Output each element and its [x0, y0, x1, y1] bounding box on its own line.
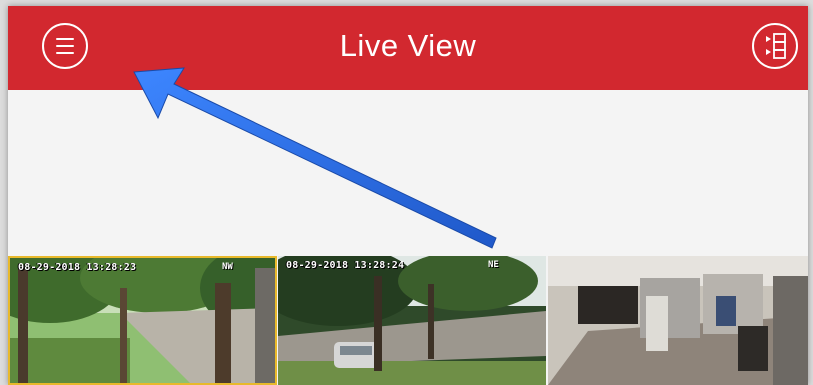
- camera-tile-office[interactable]: [548, 256, 808, 385]
- top-bar: Live View: [8, 6, 808, 90]
- camera-timestamp: 08-29-2018 13:28:24: [286, 260, 405, 271]
- menu-button[interactable]: [42, 23, 88, 69]
- camera-strip: 08-29-2018 13:28:23 NW 08-29-2018 13:28:…: [8, 256, 808, 385]
- camera-name: NW: [222, 262, 233, 272]
- screenshot-frame: Live View 08-29-2018 13:28:23 NW 08-29-2…: [0, 0, 813, 385]
- live-view-empty-area: [8, 90, 808, 254]
- camera-feed-nw: [10, 258, 275, 383]
- menu-icon-bar: [56, 52, 74, 54]
- page-title: Live View: [339, 28, 477, 63]
- camera-feed-ne: [278, 256, 546, 385]
- app-window: Live View 08-29-2018 13:28:23 NW 08-29-2…: [8, 6, 808, 385]
- camera-tile-ne[interactable]: 08-29-2018 13:28:24 NE: [278, 256, 546, 385]
- camera-tile-nw[interactable]: 08-29-2018 13:28:23 NW: [8, 256, 277, 385]
- menu-icon-bar: [56, 45, 74, 47]
- playback-list-icon: [766, 33, 786, 59]
- camera-name: NE: [488, 260, 499, 270]
- playback-list-button[interactable]: [752, 23, 798, 69]
- camera-feed-office: [548, 256, 808, 385]
- menu-icon: [56, 38, 74, 40]
- camera-timestamp: 08-29-2018 13:28:23: [18, 262, 137, 273]
